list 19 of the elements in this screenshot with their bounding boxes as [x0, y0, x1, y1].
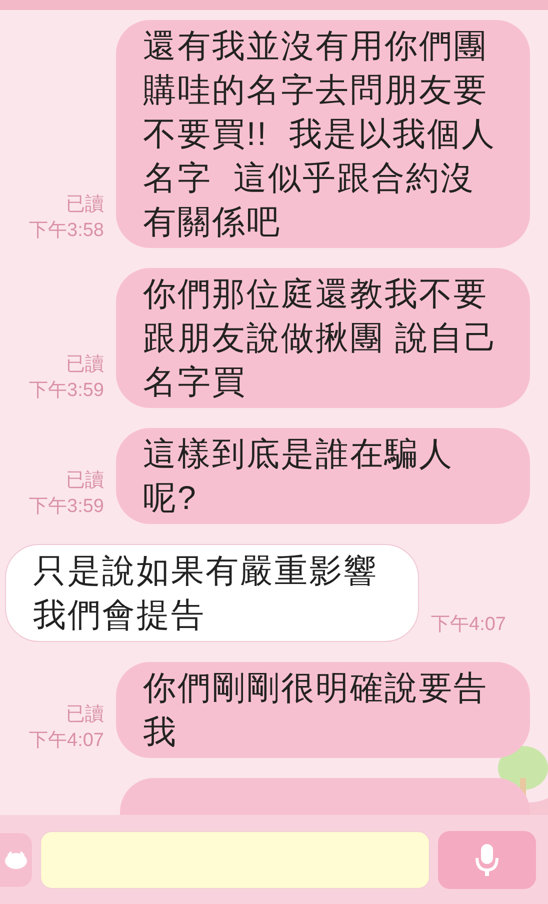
sent-message-bubble: 你們剛剛很明確說要告我: [116, 662, 530, 758]
sent-message-bubble: 還有我並沒有用你們團購哇的名字去問朋友要不要買!! 我是以我個人名字 這似乎跟合約沒有關係吧: [116, 20, 530, 248]
microphone-button[interactable]: [438, 830, 536, 888]
read-receipt: 已讀: [66, 353, 104, 377]
read-receipt: 已讀: [66, 469, 104, 493]
message-time: 下午4:07: [431, 613, 506, 637]
microphone-icon: [474, 842, 500, 876]
sticker-button[interactable]: [0, 832, 32, 886]
received-message-bubble: 只是說如果有嚴重影響我們會提告: [5, 544, 419, 642]
face-icon: [4, 850, 28, 870]
message-time: 下午3:59: [29, 379, 104, 403]
read-receipt: 已讀: [66, 193, 104, 217]
message-time: 下午3:58: [29, 219, 104, 243]
read-receipt: 已讀: [66, 703, 104, 727]
message-time: 下午4:07: [29, 729, 104, 753]
sent-message-bubble: 你們那位庭還教我不要跟朋友說做揪團 說自己名字買: [116, 268, 530, 408]
sent-message-bubble: 這樣到底是誰在騙人呢?: [116, 428, 530, 524]
message-time: 下午3:59: [29, 495, 104, 519]
message-input-field[interactable]: [40, 830, 430, 888]
